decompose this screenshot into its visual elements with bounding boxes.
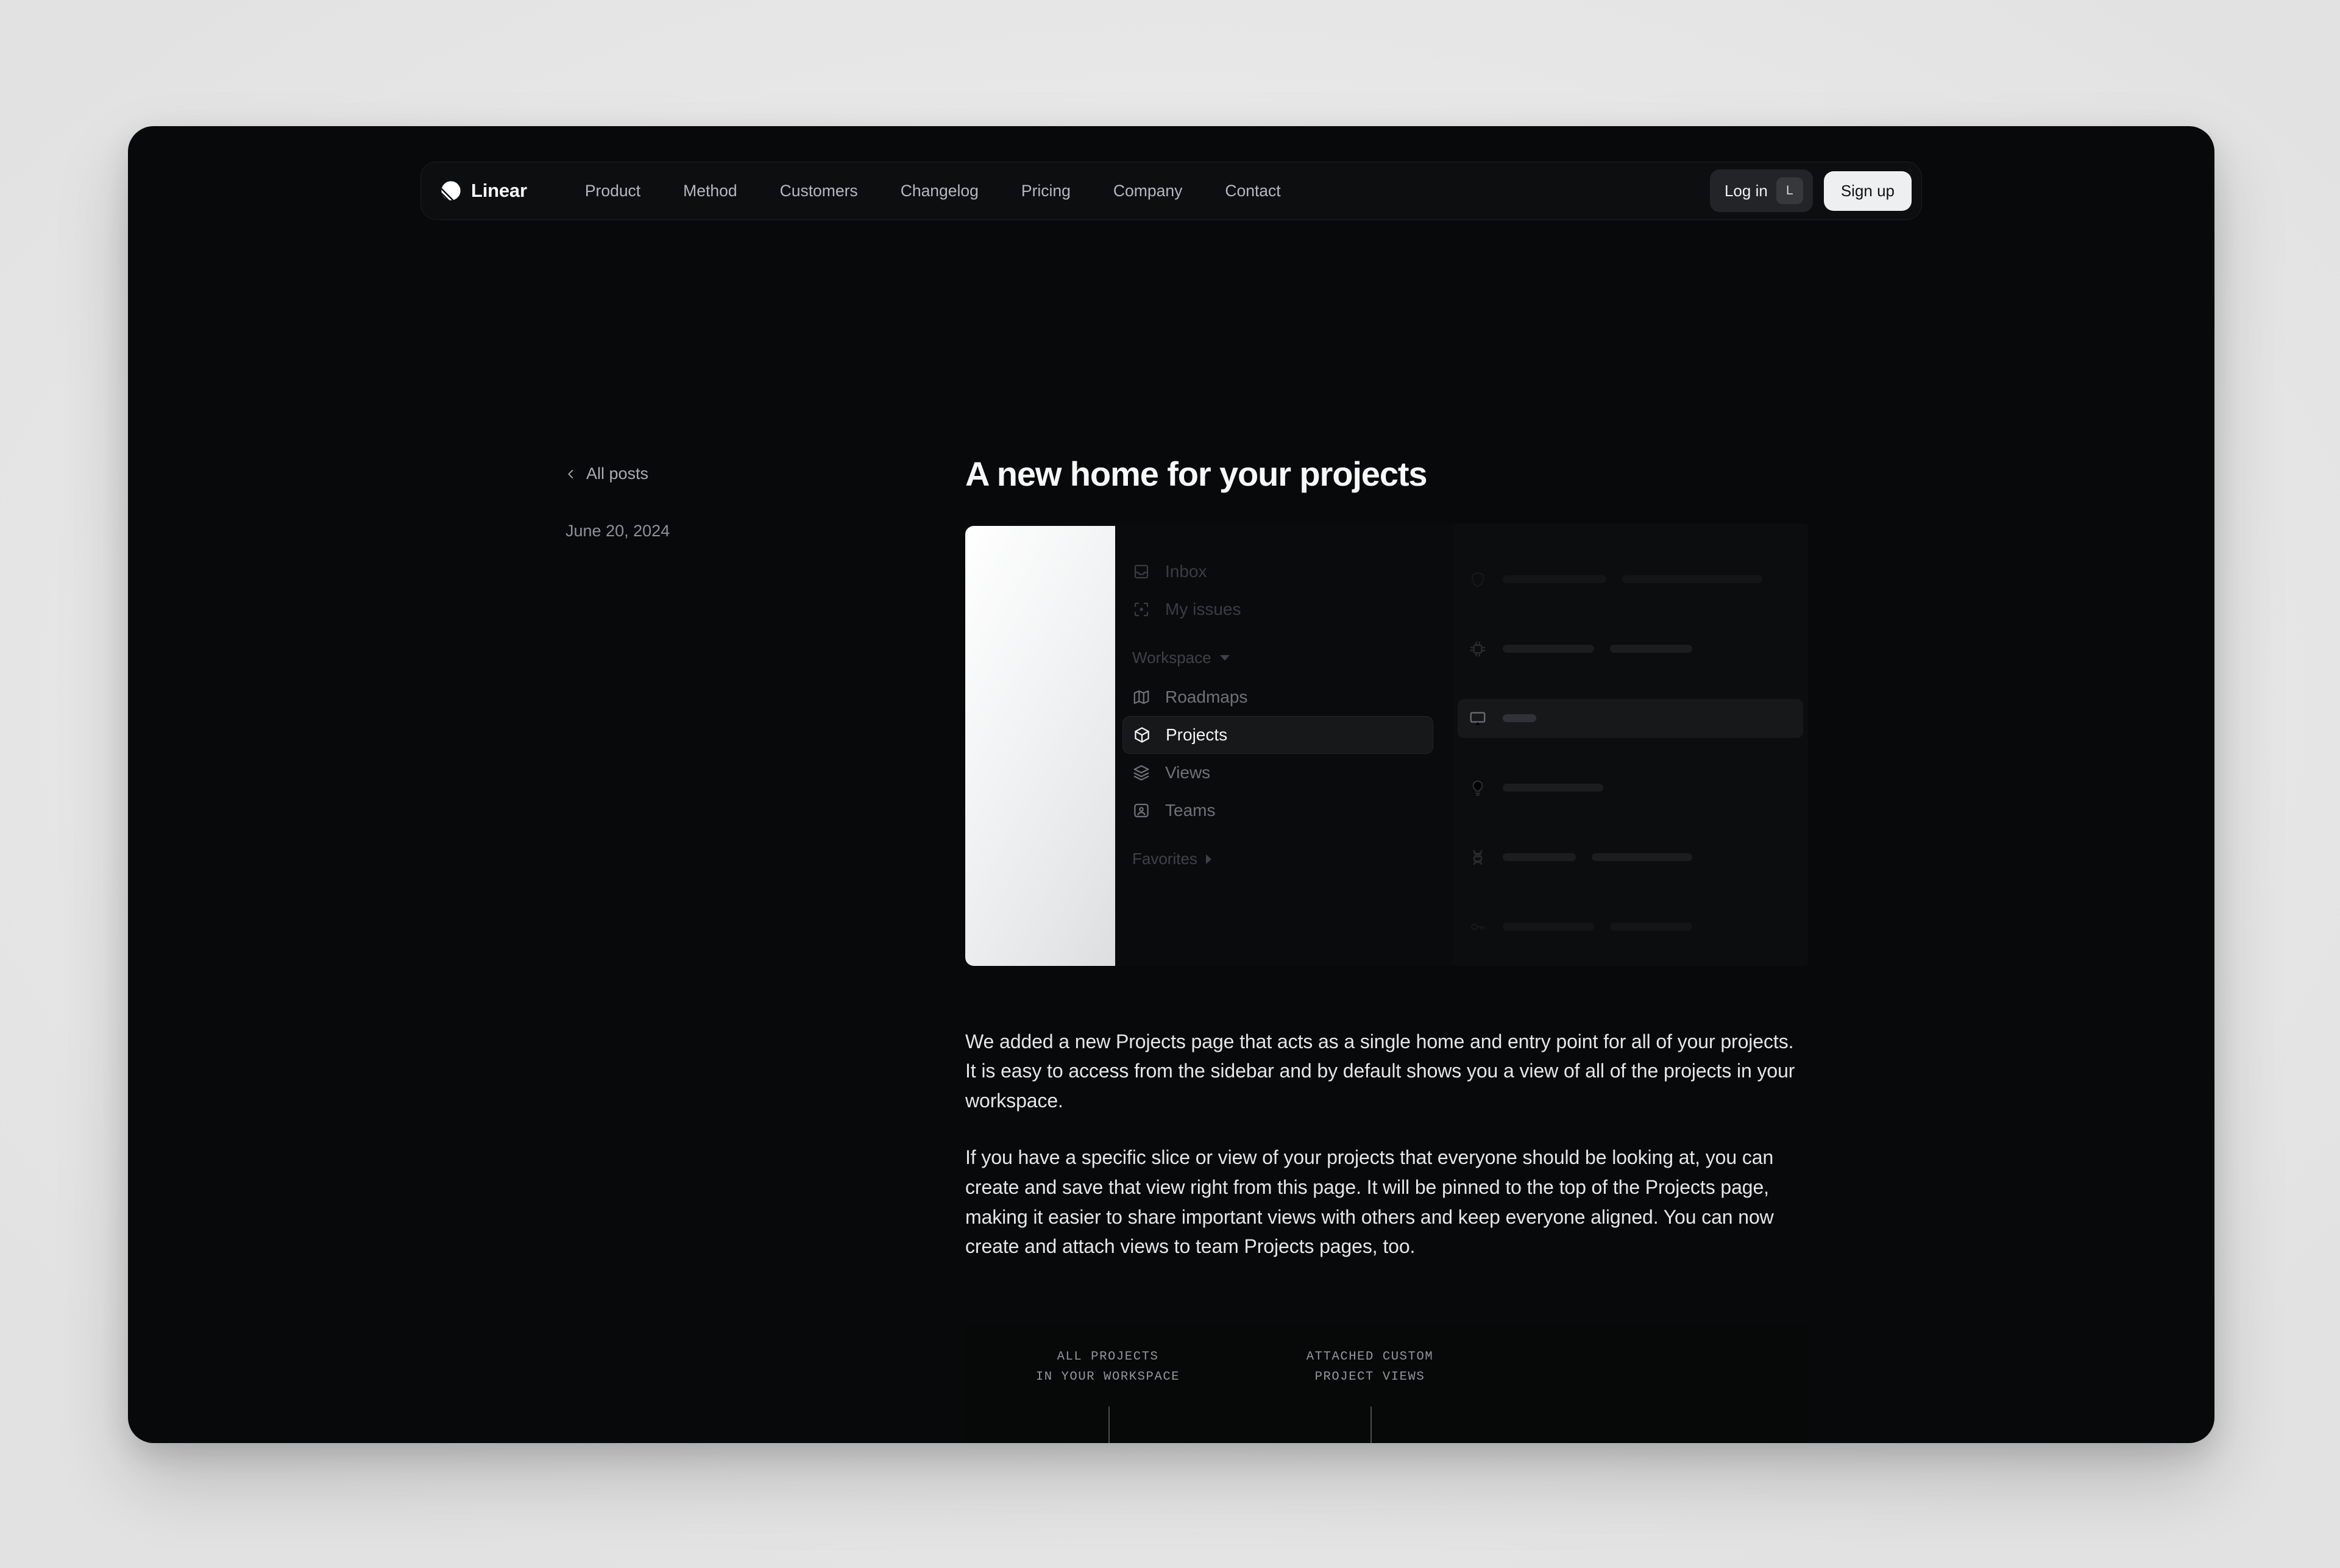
content-row xyxy=(1458,838,1803,877)
content-row-selected[interactable] xyxy=(1458,698,1803,738)
content-bar xyxy=(1503,645,1594,653)
content-bar xyxy=(1503,853,1576,862)
nav-link-method[interactable]: Method xyxy=(662,176,758,207)
login-shortcut-key: L xyxy=(1776,177,1803,204)
inbox-icon xyxy=(1132,562,1150,581)
nav-link-company[interactable]: Company xyxy=(1092,176,1204,207)
triangle-down-icon xyxy=(1219,655,1230,661)
brand[interactable]: Linear xyxy=(441,180,564,202)
triangle-right-icon xyxy=(1205,854,1211,864)
dna-icon xyxy=(1469,848,1487,867)
app-content-mock xyxy=(1453,523,1808,966)
content-row xyxy=(1458,768,1803,807)
monitor-icon xyxy=(1469,709,1487,728)
sidebar-section-label: Favorites xyxy=(1132,850,1197,868)
content-row xyxy=(1458,560,1803,599)
sidebar-item-label: Teams xyxy=(1165,800,1216,820)
browser-window: Linear Product Method Customers Changelo… xyxy=(128,126,2214,1443)
post-date: June 20, 2024 xyxy=(566,522,670,540)
sidebar-item-label: Inbox xyxy=(1165,561,1207,581)
key-icon xyxy=(1469,918,1487,936)
brand-name: Linear xyxy=(471,180,527,201)
sidebar-section-label: Workspace xyxy=(1132,648,1211,667)
page-title: A new home for your projects xyxy=(965,455,1428,493)
article-body: A new home for your projects Inbox My is… xyxy=(965,455,1812,1443)
hero-figure: Inbox My issues Workspace Roadmaps Proje… xyxy=(965,523,1808,966)
content-bar xyxy=(1503,923,1594,931)
nav-link-contact[interactable]: Contact xyxy=(1204,176,1302,207)
sidebar-item-teams[interactable]: Teams xyxy=(1122,792,1433,829)
nav-links: Product Method Customers Changelog Prici… xyxy=(564,176,1710,207)
site-navbar: Linear Product Method Customers Changelo… xyxy=(420,161,1922,220)
content-bar xyxy=(1503,784,1603,792)
teams-icon xyxy=(1132,801,1150,820)
signup-button[interactable]: Sign up xyxy=(1823,171,1912,211)
cube-icon xyxy=(1133,726,1151,744)
my-issues-icon xyxy=(1132,600,1150,619)
linear-logo-icon xyxy=(441,180,461,201)
content-bar xyxy=(1503,575,1606,584)
content-row xyxy=(1458,907,1803,946)
sidebar-item-views[interactable]: Views xyxy=(1122,754,1433,792)
content-bar xyxy=(1503,714,1536,723)
annotation-custom-views: ATTACHED CUSTOM PROJECT VIEWS xyxy=(1306,1349,1434,1385)
sidebar-item-roadmaps[interactable]: Roadmaps xyxy=(1122,678,1433,716)
annotation-leader-right xyxy=(1370,1406,1372,1443)
content-bar xyxy=(1610,645,1692,653)
nav-link-product[interactable]: Product xyxy=(564,176,662,207)
content-row xyxy=(1458,630,1803,669)
content-bar xyxy=(1592,853,1692,862)
sidebar-item-label: Roadmaps xyxy=(1165,687,1248,706)
all-posts-link[interactable]: All posts xyxy=(566,464,907,483)
chevron-left-icon xyxy=(566,469,576,480)
login-label: Log in xyxy=(1724,181,1768,200)
content-bar xyxy=(1622,575,1762,584)
hero-white-panel xyxy=(965,525,1115,966)
chip-icon xyxy=(1469,640,1487,658)
sidebar-item-label: My issues xyxy=(1165,599,1241,619)
sidebar-item-label: Projects xyxy=(1166,725,1228,744)
sidebar-item-projects[interactable]: Projects xyxy=(1122,715,1433,754)
nav-actions: Log in L Sign up xyxy=(1709,169,1912,212)
nav-link-changelog[interactable]: Changelog xyxy=(879,176,1000,207)
post-paragraph-1: We added a new Projects page that acts a… xyxy=(965,1030,1795,1112)
nav-link-pricing[interactable]: Pricing xyxy=(1000,176,1092,207)
article-meta-column: All posts June 20, 2024 xyxy=(566,464,907,541)
content-bar xyxy=(1610,923,1692,931)
layers-icon xyxy=(1132,764,1150,782)
map-icon xyxy=(1132,688,1150,706)
sidebar-section-workspace[interactable]: Workspace xyxy=(1122,642,1433,675)
post-paragraph-2: If you have a specific slice or view of … xyxy=(965,1146,1774,1258)
shield-icon xyxy=(1469,570,1487,589)
annotation-all-projects: ALL PROJECTS IN YOUR WORKSPACE xyxy=(1035,1349,1180,1385)
app-sidebar-mock: Inbox My issues Workspace Roadmaps Proje… xyxy=(1115,523,1441,966)
sidebar-section-favorites[interactable]: Favorites xyxy=(1122,843,1433,876)
nav-link-customers[interactable]: Customers xyxy=(759,176,879,207)
bulb-icon xyxy=(1469,779,1487,797)
sidebar-item-my-issues[interactable]: My issues xyxy=(1122,591,1433,628)
annotated-figure: ALL PROJECTS IN YOUR WORKSPACE ATTACHED … xyxy=(965,1324,1808,1443)
sidebar-item-label: Views xyxy=(1165,762,1211,782)
sidebar-item-inbox[interactable]: Inbox xyxy=(1122,553,1433,591)
all-posts-label: All posts xyxy=(586,464,649,483)
login-button[interactable]: Log in L xyxy=(1709,169,1813,212)
desktop-backdrop: Linear Product Method Customers Changelo… xyxy=(0,0,2340,1568)
annotation-leader-left xyxy=(1108,1406,1110,1443)
